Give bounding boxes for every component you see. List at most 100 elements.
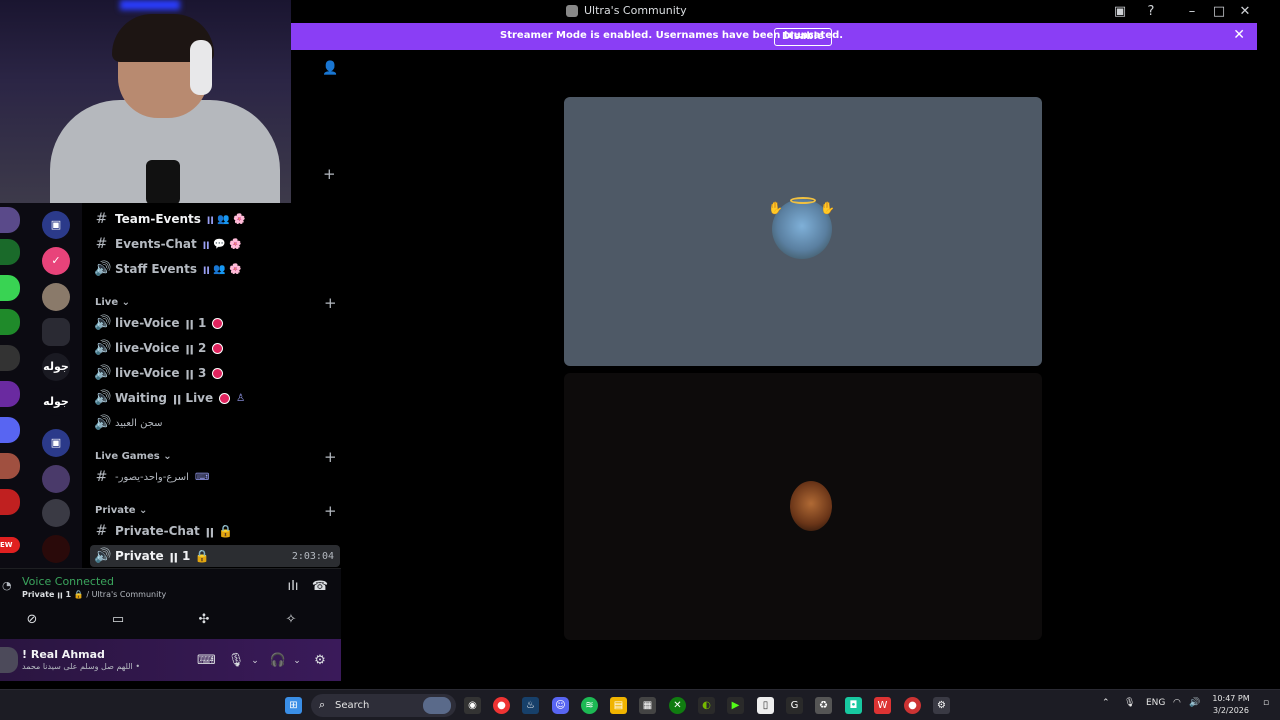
server-icon[interactable]	[42, 465, 70, 493]
soundboard-icon[interactable]: ✧	[280, 609, 302, 631]
microphone	[146, 160, 180, 203]
close-window-button[interactable]: ✕	[1236, 3, 1254, 21]
gamepad-icon[interactable]: ⌨	[197, 652, 216, 670]
folder-icon[interactable]: ▣	[42, 211, 70, 239]
invite-people-icon[interactable]: 👤	[322, 61, 338, 76]
app-icon[interactable]: ◘	[845, 697, 862, 714]
server-icon[interactable]	[0, 453, 20, 479]
server-icon[interactable]	[0, 275, 20, 301]
channel-live-voice-1[interactable]: 🔊 live-Voice ꞁꞁ 1	[94, 312, 344, 334]
channel-private-chat[interactable]: # Private-Chat ꞁꞁ 🔒	[94, 520, 344, 542]
chevron-down-icon[interactable]: ⌄	[246, 652, 264, 670]
inbox-icon[interactable]: ▣	[1111, 3, 1129, 21]
wifi-icon[interactable]: ◠	[1173, 698, 1181, 708]
chrome-icon[interactable]: ●	[493, 697, 510, 714]
call-duration: 2:03:04	[291, 550, 334, 562]
camera-app-icon[interactable]: ◉	[464, 697, 481, 714]
server-icon[interactable]	[0, 309, 20, 335]
channel-fastest-photo[interactable]: # -اسرع-واحد-يصور ⌨	[94, 466, 344, 488]
voice-status[interactable]: Voice Connected	[22, 575, 114, 588]
folder-icon[interactable]: ▣	[42, 429, 70, 457]
channel-staff-events[interactable]: 🔊 Staff Events ꞁꞁ 👥 🌸	[94, 258, 344, 280]
noise-suppression-icon[interactable]: ıIı	[282, 576, 304, 598]
chevron-up-icon[interactable]: ⌃	[1102, 698, 1110, 708]
server-icon[interactable]: جوله	[42, 388, 70, 416]
voice-location[interactable]: Private ꞁꞁ 1 🔒 / Ultra's Community	[22, 590, 166, 599]
store-icon[interactable]: ▦	[639, 697, 656, 714]
discord-icon[interactable]: ☺	[552, 697, 569, 714]
kick-icon[interactable]: ▶	[727, 697, 744, 714]
server-icon[interactable]	[0, 489, 20, 515]
server-icon[interactable]	[0, 345, 20, 371]
steam-icon[interactable]: ♨	[522, 697, 539, 714]
chrome-profile-icon[interactable]: ●	[904, 697, 921, 714]
create-channel-icon[interactable]: +	[323, 165, 336, 183]
server-icon[interactable]	[0, 207, 20, 233]
language-indicator[interactable]: ENG	[1146, 698, 1165, 708]
avatar[interactable]	[0, 647, 18, 673]
webcam-overlay	[0, 0, 291, 203]
live-dot-icon	[212, 342, 224, 354]
volume-icon[interactable]: 🔊	[1189, 698, 1200, 708]
create-channel-icon[interactable]: +	[324, 502, 337, 520]
server-icon[interactable]	[42, 535, 70, 563]
category-live[interactable]: Live ⌄	[95, 297, 130, 308]
username[interactable]: ! Real Ahmad	[22, 648, 105, 661]
channel-list: # Team-Events ꞁꞁ 👥 🌸 # Events-Chat ꞁꞁ 💬 …	[82, 203, 346, 568]
chevron-down-icon[interactable]: ⌄	[288, 652, 306, 670]
headphones-icon[interactable]: 🎧	[269, 652, 287, 670]
server-icon[interactable]	[42, 283, 70, 311]
create-channel-icon[interactable]: +	[324, 294, 337, 312]
taskbar-search[interactable]: ⌕ Search	[311, 694, 456, 717]
disconnect-icon[interactable]: ☎	[309, 576, 331, 598]
create-channel-icon[interactable]: +	[324, 448, 337, 466]
channel-events-chat[interactable]: # Events-Chat ꞁꞁ 💬 🌸	[94, 233, 344, 255]
server-icon[interactable]	[0, 381, 20, 407]
share-screen-icon[interactable]: ▭	[107, 609, 129, 631]
voice-channel-icon: 🔊	[94, 315, 112, 331]
spotify-icon[interactable]: ≋	[581, 697, 598, 714]
close-banner-icon[interactable]: ✕	[1233, 27, 1245, 43]
channel-waiting-live[interactable]: 🔊 Waiting ꞁꞁ Live ♙	[94, 387, 344, 409]
help-icon[interactable]: ?	[1142, 3, 1160, 21]
file-explorer-icon[interactable]: ▤	[610, 697, 627, 714]
maximize-button[interactable]: □	[1210, 3, 1228, 21]
minimize-button[interactable]: –	[1183, 3, 1201, 21]
voice-channel-icon: 🔊	[94, 548, 112, 564]
settings-gear-icon[interactable]: ⚙	[311, 652, 329, 670]
server-icon[interactable]	[42, 499, 70, 527]
server-icon[interactable]: جوله	[42, 353, 70, 381]
category-private[interactable]: Private ⌄	[95, 505, 147, 516]
participant-tile[interactable]	[564, 373, 1042, 640]
recycle-bin-icon[interactable]: ♻	[815, 697, 832, 714]
document-icon[interactable]: ▯	[757, 697, 774, 714]
signal-icon[interactable]: ◔	[2, 579, 12, 592]
channel-suffix: ꞁꞁ 2	[185, 341, 207, 355]
folder-icon[interactable]	[0, 417, 20, 443]
settings-gear-icon[interactable]: ⚙	[933, 697, 950, 714]
taskbar-clock[interactable]: 10:47 PM 3/2/2026	[1205, 693, 1257, 717]
logitech-icon[interactable]: G	[786, 697, 803, 714]
channel-team-events[interactable]: # Team-Events ꞁꞁ 👥 🌸	[94, 208, 344, 230]
start-icon[interactable]: ⊞	[285, 697, 302, 714]
channel-jail[interactable]: 🔊 سجن العبيد	[94, 412, 344, 434]
channel-suffix: ꞁꞁ 🔒	[205, 524, 234, 538]
channel-private-1[interactable]: 🔊 Private ꞁꞁ 1 🔒 2:03:04	[94, 545, 344, 567]
category-live-games[interactable]: Live Games ⌄	[95, 451, 172, 462]
verified-server-icon[interactable]: ✓	[42, 247, 70, 275]
nvidia-icon[interactable]: ◐	[698, 697, 715, 714]
wps-icon[interactable]: W	[874, 697, 891, 714]
activities-icon[interactable]: ✣	[193, 609, 215, 631]
server-icon[interactable]	[0, 239, 20, 265]
microphone-tray-icon[interactable]: 🎙	[1124, 698, 1135, 708]
xbox-icon[interactable]: ✕	[669, 697, 686, 714]
wing-right-icon: ✋	[820, 201, 835, 215]
microphone-icon[interactable]: 🎙	[227, 652, 245, 670]
camera-off-icon[interactable]: ⊘	[21, 609, 43, 631]
server-icon[interactable]	[42, 318, 70, 346]
participant-tile-speaking[interactable]: ✋ ✋	[564, 97, 1042, 366]
channel-live-voice-2[interactable]: 🔊 live-Voice ꞁꞁ 2	[94, 337, 344, 359]
notification-icon[interactable]: ▫	[1263, 698, 1269, 708]
channel-live-voice-3[interactable]: 🔊 live-Voice ꞁꞁ 3	[94, 362, 344, 384]
disable-button[interactable]: Disable	[774, 28, 832, 46]
